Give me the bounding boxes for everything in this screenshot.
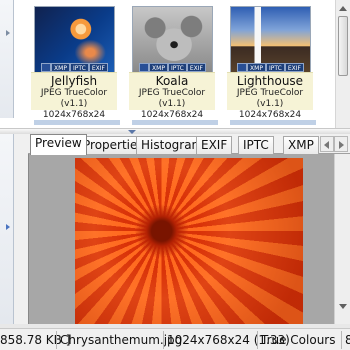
scroll-down-arrow-icon[interactable] [339,304,347,309]
tab-xmp[interactable]: XMP [283,136,319,154]
exif-badge: EXIF [186,63,206,72]
iptc-badge: IPTC [265,63,285,72]
xmp-badge: XMP [149,63,168,72]
tab-exif[interactable]: EXIF [196,136,233,154]
image-type-icon [139,63,150,72]
status-colors: True Colours [257,331,336,349]
file-format: JPEG TrueColor (v1.1) [40,88,108,109]
scroll-up-arrow-icon[interactable] [339,6,347,11]
file-name: Jellyfish [50,74,98,88]
expand-arrow-icon[interactable] [6,30,10,36]
tabs-scroll-right-button[interactable] [334,136,348,152]
thumbnail-peek [230,120,316,125]
browser-side-panel-toggle[interactable] [0,0,14,128]
info-tabs: Preview Properties Histogram EXIF IPTC X… [28,134,350,155]
viewer-scrollbar[interactable] [334,154,350,324]
status-extra: 8 [341,331,350,349]
file-name: Koala [155,74,189,88]
thumbnail-caption: Lighthouse JPEG TrueColor (v1.1) 1024x76… [227,72,313,120]
file-format: JPEG TrueColor (v1.1) [236,88,304,109]
thumbnail-jellyfish[interactable]: XMP IPTC EXIF Jellyfish JPEG TrueColor (v1… [31,2,129,120]
next-row-peek [0,118,335,128]
scrollbar-thumb[interactable] [338,16,348,76]
preview-image [75,158,303,324]
thumbnail-browser: XMP IPTC EXIF Jellyfish JPEG TrueColor (v1… [0,0,350,128]
thumbnail-caption: Koala JPEG TrueColor (v1.1) 1024x768x24 [129,72,215,120]
xmp-badge: XMP [51,63,70,72]
thumbnail-koala[interactable]: XMP IPTC EXIF Koala JPEG TrueColor (v1.1) … [129,2,227,120]
expand-arrow-icon[interactable] [6,224,10,230]
preview-panel: Preview Properties Histogram EXIF IPTC X… [0,134,350,324]
tab-preview[interactable]: Preview [30,134,87,155]
tab-iptc[interactable]: IPTC [238,136,274,154]
file-format: JPEG TrueColor (v1.1) [138,88,206,109]
chevron-right-icon [339,141,344,149]
iptc-badge: IPTC [167,63,187,72]
browser-scrollbar[interactable] [335,0,350,128]
status-bar: 858.78 KB ] Chrysanthemum.jpg 1024x768x2… [0,328,350,350]
chevron-left-icon [324,141,329,149]
iptc-badge: IPTC [69,63,89,72]
file-name: Lighthouse [236,74,304,88]
image-viewer[interactable] [28,154,334,324]
exif-badge: EXIF [88,63,108,72]
thumbnail-lighthouse[interactable]: XMP IPTC EXIF Lighthouse JPEG TrueColor (v… [227,2,325,120]
image-type-icon [41,63,52,72]
xmp-badge: XMP [247,63,266,72]
image-type-icon [237,63,248,72]
tabs-scroll-left-button[interactable] [320,136,334,152]
thumbnail-peek [132,120,218,125]
preview-side-panel-toggle[interactable] [0,134,14,324]
thumbnail-peek [34,120,120,125]
exif-badge: EXIF [284,63,304,72]
thumbnail-caption: Jellyfish JPEG TrueColor (v1.1) 1024x768… [31,72,117,120]
